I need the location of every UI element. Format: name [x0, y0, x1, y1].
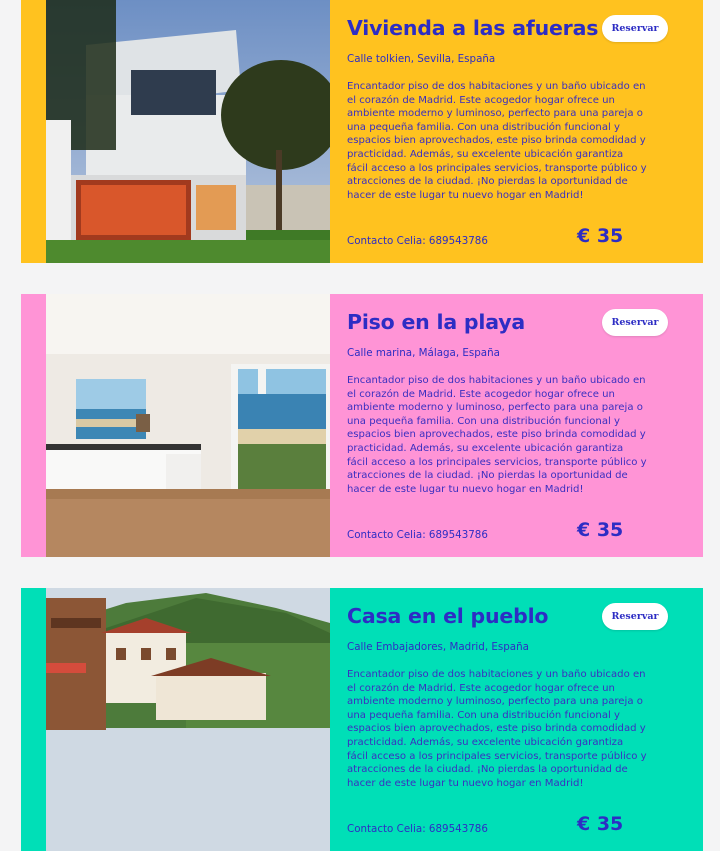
listing-content: Piso en la playa Calle marina, Málaga, E… — [330, 294, 703, 557]
listing-contact: Contacto Celia: 689543786 — [347, 823, 488, 835]
listing-description: Encantador piso de dos habitaciones y un… — [347, 375, 647, 495]
reserve-button[interactable]: Reservar — [602, 15, 668, 42]
listing-content: Vivienda a las afueras Calle tolkien, Se… — [330, 0, 703, 263]
listing-contact: Contacto Celia: 689543786 — [347, 235, 488, 247]
listing-description: Encantador piso de dos habitaciones y un… — [347, 669, 647, 789]
listing-contact: Contacto Celia: 689543786 — [347, 529, 488, 541]
listing-address: Calle tolkien, Sevilla, España — [347, 53, 496, 65]
listing-title: Vivienda a las afueras — [347, 16, 599, 40]
reserve-button[interactable]: Reservar — [602, 309, 668, 336]
beach-apartment-photo — [46, 294, 330, 557]
listing-card: Vivienda a las afueras Calle tolkien, Se… — [21, 0, 703, 263]
listing-price: € 35 — [577, 519, 624, 541]
reserve-button[interactable]: Reservar — [602, 603, 668, 630]
listing-title: Piso en la playa — [347, 310, 526, 334]
listing-description: Encantador piso de dos habitaciones y un… — [347, 81, 647, 201]
modern-house-photo — [46, 0, 330, 263]
listing-address: Calle marina, Málaga, España — [347, 347, 500, 359]
listing-title: Casa en el pueblo — [347, 604, 549, 628]
listing-address: Calle Embajadores, Madrid, España — [347, 641, 529, 653]
listing-price: € 35 — [577, 225, 624, 247]
listing-card: Piso en la playa Calle marina, Málaga, E… — [21, 294, 703, 557]
listing-price: € 35 — [577, 813, 624, 835]
